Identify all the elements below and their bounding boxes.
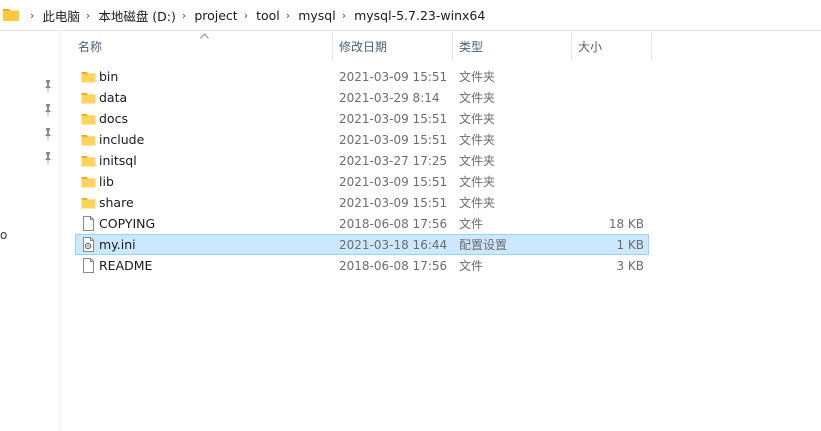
- column-header-size[interactable]: 大小: [578, 31, 602, 61]
- folder-icon: [81, 111, 96, 126]
- chevron-right-icon[interactable]: ›: [286, 9, 290, 22]
- folder-icon: [81, 90, 96, 105]
- file-name: README: [99, 258, 153, 273]
- file-name: lib: [99, 174, 114, 189]
- file-date-modified: 2021-03-09 15:51: [339, 112, 448, 126]
- nav-item-partial[interactable]: o: [0, 228, 7, 242]
- file-date-modified: 2021-03-09 15:51: [339, 175, 448, 189]
- breadcrumb-item-mysql[interactable]: mysql: [298, 8, 336, 23]
- folder-icon: [81, 195, 96, 210]
- column-headers: 名称 修改日期 类型 大小: [60, 31, 821, 61]
- file-row[interactable]: share 2021-03-09 15:51 文件夹: [75, 192, 649, 213]
- file-name: docs: [99, 111, 128, 126]
- file-size: 3 KB: [616, 259, 644, 273]
- file-row[interactable]: lib 2021-03-09 15:51 文件夹: [75, 171, 649, 192]
- file-type: 文件: [459, 217, 484, 231]
- pin-icon[interactable]: [43, 128, 53, 140]
- pin-icon[interactable]: [43, 80, 53, 92]
- breadcrumb: › 此电脑 › 本地磁盘 (D:) › project › tool › mys…: [24, 0, 485, 30]
- file-name: COPYING: [99, 216, 156, 231]
- file-icon: [81, 258, 96, 273]
- file-date-modified: 2021-03-09 15:51: [339, 133, 448, 147]
- file-type: 文件夹: [459, 91, 496, 105]
- file-size: 18 KB: [608, 217, 644, 231]
- file-row[interactable]: initsql 2021-03-27 17:25 文件夹: [75, 150, 649, 171]
- address-bar[interactable]: › 此电脑 › 本地磁盘 (D:) › project › tool › mys…: [0, 0, 821, 31]
- file-type: 文件夹: [459, 196, 496, 210]
- breadcrumb-item-tool[interactable]: tool: [256, 8, 280, 23]
- file-name: include: [99, 132, 145, 147]
- folder-icon: [81, 174, 96, 189]
- file-name: my.ini: [99, 237, 136, 252]
- column-header-name[interactable]: 名称: [78, 31, 102, 61]
- file-name: data: [99, 90, 128, 105]
- column-header-type[interactable]: 类型: [459, 31, 483, 61]
- file-row[interactable]: bin 2021-03-09 15:51 文件夹: [75, 66, 649, 87]
- breadcrumb-item-local-disk[interactable]: 本地磁盘 (D:): [98, 6, 176, 25]
- file-type: 文件: [459, 259, 484, 273]
- file-row[interactable]: docs 2021-03-09 15:51 文件夹: [75, 108, 649, 129]
- file-type: 文件夹: [459, 154, 496, 168]
- breadcrumb-item-project[interactable]: project: [194, 8, 237, 23]
- config-file-icon: [81, 237, 96, 252]
- pin-icon[interactable]: [43, 152, 53, 164]
- file-date-modified: 2021-03-09 15:51: [339, 70, 448, 84]
- chevron-right-icon[interactable]: ›: [244, 9, 248, 22]
- column-divider[interactable]: [332, 33, 333, 61]
- file-type: 配置设置: [459, 238, 508, 252]
- column-divider[interactable]: [452, 33, 453, 61]
- file-name: share: [99, 195, 134, 210]
- file-list: bin 2021-03-09 15:51 文件夹 data 2021-03-29 8:1…: [75, 66, 649, 276]
- chevron-right-icon[interactable]: ›: [30, 9, 34, 22]
- file-name: initsql: [99, 153, 137, 168]
- column-header-date[interactable]: 修改日期: [339, 31, 387, 61]
- file-row[interactable]: my.ini 2021-03-18 16:44 配置设置 1 KB: [75, 234, 649, 255]
- file-row[interactable]: COPYING 2018-06-08 17:56 文件 18 KB: [75, 213, 649, 234]
- file-date-modified: 2018-06-08 17:56: [339, 259, 448, 273]
- file-date-modified: 2021-03-18 16:44: [339, 238, 448, 252]
- column-divider[interactable]: [571, 33, 572, 61]
- folder-icon: [3, 9, 19, 21]
- file-row[interactable]: README 2018-06-08 17:56 文件 3 KB: [75, 255, 649, 276]
- file-date-modified: 2021-03-27 17:25: [339, 154, 448, 168]
- file-type: 文件夹: [459, 70, 496, 84]
- sort-ascending-icon: [200, 33, 209, 39]
- folder-icon: [81, 69, 96, 84]
- file-icon: [81, 216, 96, 231]
- file-date-modified: 2018-06-08 17:56: [339, 217, 448, 231]
- pin-icon[interactable]: [43, 104, 53, 116]
- breadcrumb-item-mysql-version[interactable]: mysql-5.7.23-winx64: [354, 8, 485, 23]
- folder-icon: [81, 132, 96, 147]
- navigation-pane[interactable]: o: [0, 31, 61, 431]
- file-date-modified: 2021-03-09 15:51: [339, 196, 448, 210]
- chevron-right-icon[interactable]: ›: [182, 9, 186, 22]
- file-size: 1 KB: [616, 238, 644, 252]
- file-name: bin: [99, 69, 119, 84]
- file-type: 文件夹: [459, 175, 496, 189]
- breadcrumb-item-this-pc[interactable]: 此电脑: [42, 6, 80, 25]
- file-date-modified: 2021-03-29 8:14: [339, 91, 440, 105]
- column-divider[interactable]: [651, 33, 652, 61]
- chevron-right-icon[interactable]: ›: [342, 9, 346, 22]
- file-type: 文件夹: [459, 133, 496, 147]
- folder-icon: [81, 153, 96, 168]
- file-row[interactable]: data 2021-03-29 8:14 文件夹: [75, 87, 649, 108]
- file-type: 文件夹: [459, 112, 496, 126]
- file-row[interactable]: include 2021-03-09 15:51 文件夹: [75, 129, 649, 150]
- chevron-right-icon[interactable]: ›: [86, 9, 90, 22]
